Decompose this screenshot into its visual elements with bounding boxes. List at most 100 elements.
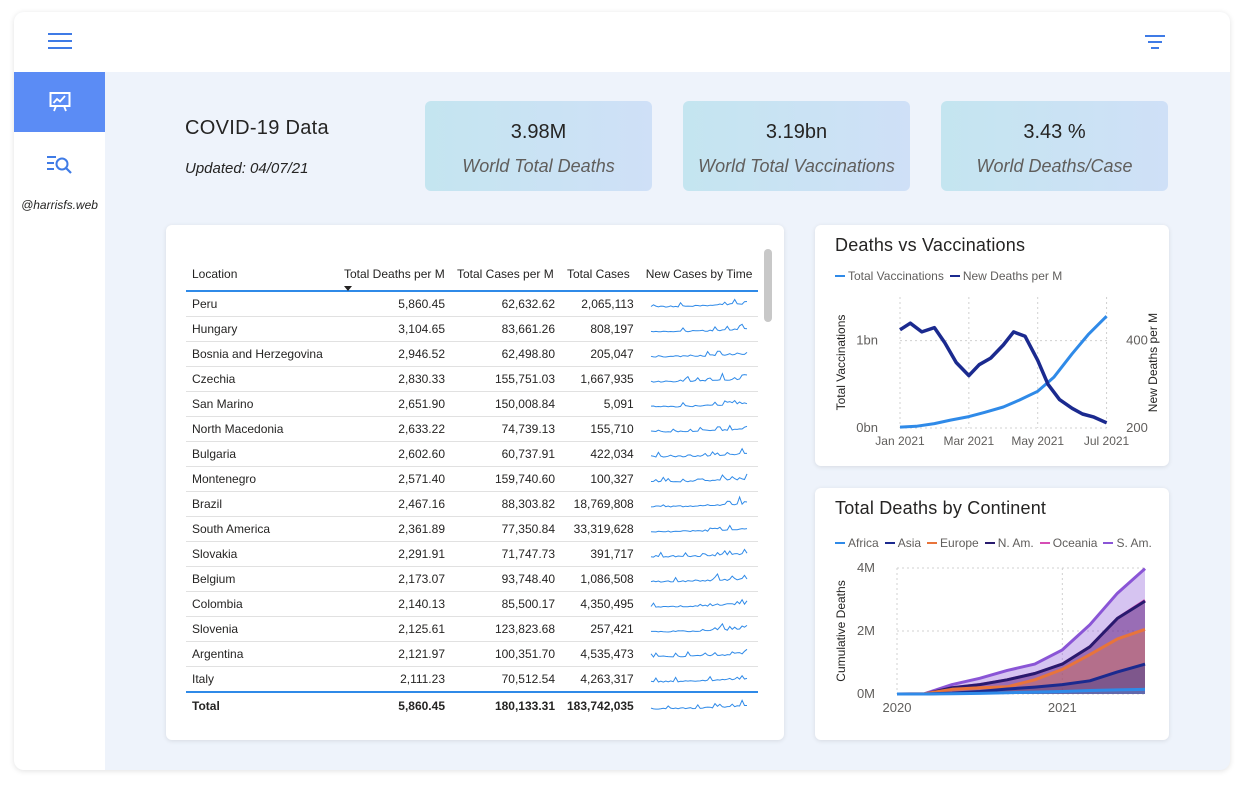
series-line-new-deaths-per-m[interactable]: [899, 321, 1108, 425]
row-deaths-per-m: 2,633.22: [338, 416, 451, 442]
row-deaths-per-m: 2,651.90: [338, 391, 451, 417]
row-location: Hungary: [186, 316, 338, 342]
legend-item-asia[interactable]: Asia: [884, 536, 922, 550]
sidebar: @harrisfs.web: [14, 72, 105, 770]
sparkline: [651, 323, 748, 332]
sparkline: [650, 371, 748, 383]
legend-swatch: [984, 542, 995, 544]
legend-item-new-deaths-per-m[interactable]: New Deaths per M: [949, 269, 1062, 283]
table-row[interactable]: Bosnia and Herzegovina 2,946.52 62,498.80 2…: [186, 341, 759, 367]
kpi-card-total-deaths: 3.98M World Total Deaths: [425, 101, 652, 191]
series-line-s-am-[interactable]: [896, 567, 1146, 696]
table-row[interactable]: Argentina 2,121.97 100,351.70 4,535,473: [186, 641, 759, 667]
series-line-total-vaccinations[interactable]: [899, 315, 1108, 429]
column-header-cases-per-m[interactable]: Total Cases per M: [451, 249, 561, 292]
row-deaths-per-m: 2,946.52: [338, 341, 451, 367]
filter-icon[interactable]: [1145, 34, 1165, 50]
legend-item-n-am-[interactable]: N. Am.: [984, 536, 1034, 550]
table-scrollbar[interactable]: [764, 249, 772, 322]
legend-swatch: [884, 542, 895, 544]
legend-label: Europe: [940, 536, 979, 550]
area-fill-africa: [897, 689, 1145, 694]
sparkline: [650, 447, 748, 458]
row-deaths-per-m: 2,121.97: [338, 641, 451, 667]
row-location: Italy: [186, 666, 338, 693]
table-total-row: Total 5,860.45 180,133.31 183,742,035: [186, 691, 759, 719]
row-cases-per-m: 62,632.62: [451, 291, 561, 317]
row-location: Peru: [186, 291, 338, 317]
table-row[interactable]: Hungary 3,104.65 83,661.26 808,197: [186, 316, 759, 342]
row-total-cases: 4,350,495: [561, 591, 640, 617]
legend-item-s-am-[interactable]: S. Am.: [1103, 536, 1152, 550]
top-bar: [14, 12, 1230, 72]
presentation-chart-icon: [49, 92, 70, 112]
y-left-axis-title: Total Vaccinations: [834, 315, 848, 411]
y-left-tick-label: 1bn: [856, 333, 878, 348]
row-total-cases: 100,327: [561, 466, 640, 492]
legend-swatch: [835, 542, 845, 544]
row-total-cases: 257,421: [561, 616, 640, 642]
y-tick-label: 4M: [857, 560, 875, 575]
row-location: Brazil: [186, 491, 338, 517]
table-row[interactable]: Belgium 2,173.07 93,748.40 1,086,508: [186, 566, 759, 592]
series-line-oceania[interactable]: [897, 599, 1146, 696]
legend-swatch: [835, 275, 845, 277]
row-sparkline-cell: [639, 541, 759, 567]
table-header-row: Location Total Deaths per M Total Cases …: [186, 249, 759, 292]
row-cases-per-m: 100,351.70: [451, 641, 561, 667]
row-total-cases: 808,197: [561, 316, 640, 342]
area-fill-asia: [897, 664, 1145, 694]
legend-item-oceania[interactable]: Oceania: [1039, 536, 1097, 550]
series-line-africa[interactable]: [897, 687, 1146, 696]
hamburger-menu-icon[interactable]: [48, 32, 72, 50]
column-header-deaths-per-m[interactable]: Total Deaths per M: [338, 249, 451, 292]
sparkline: [651, 399, 748, 408]
legend-item-total-vaccinations[interactable]: Total Vaccinations: [835, 269, 944, 283]
table-row[interactable]: Slovenia 2,125.61 123,823.68 257,421: [186, 616, 759, 642]
row-total-cases: 205,047: [561, 341, 640, 367]
series-line-europe[interactable]: [896, 627, 1146, 696]
table-row[interactable]: South America 2,361.89 77,350.84 33,319,628: [186, 516, 759, 542]
row-location: San Marino: [186, 391, 338, 417]
legend-item-africa[interactable]: Africa: [835, 536, 879, 550]
total-cases-per-m: 180,133.31: [451, 691, 561, 719]
column-header-new-cases-by-time[interactable]: New Cases by Time: [639, 249, 759, 292]
table-row[interactable]: Peru 5,860.45 62,632.62 2,065,113: [186, 291, 759, 317]
sidebar-item-dashboard[interactable]: [14, 72, 105, 132]
legend-label: Africa: [848, 536, 879, 550]
row-total-cases: 1,667,935: [561, 366, 640, 392]
table-row[interactable]: Czechia 2,830.33 155,751.03 1,667,935: [186, 366, 759, 392]
author-handle: @harrisfs.web: [21, 198, 98, 212]
row-location: Czechia: [186, 366, 338, 392]
total-label: Total: [186, 691, 338, 719]
table-row[interactable]: Brazil 2,467.16 88,303.82 18,769,808: [186, 491, 759, 517]
sidebar-item-details[interactable]: [14, 144, 105, 184]
row-location: North Macedonia: [186, 416, 338, 442]
series-line-asia[interactable]: [897, 662, 1146, 696]
legend-label: Asia: [897, 536, 922, 550]
x-tick-label: 2020: [883, 700, 912, 715]
row-location: Bulgaria: [186, 441, 338, 467]
column-header-location[interactable]: Location: [186, 249, 338, 292]
row-cases-per-m: 150,008.84: [451, 391, 561, 417]
table-row[interactable]: Italy 2,111.23 70,512.54 4,263,317: [186, 666, 759, 693]
column-header-label: Total Deaths per M: [344, 267, 445, 281]
column-header-total-cases[interactable]: Total Cases: [561, 249, 640, 292]
table-row[interactable]: Slovakia 2,291.91 71,747.73 391,717: [186, 541, 759, 567]
legend-swatch: [949, 275, 960, 277]
sort-descending-icon: [344, 286, 352, 291]
table-row[interactable]: Montenegro 2,571.40 159,740.60 100,327: [186, 466, 759, 492]
sparkline: [650, 350, 748, 358]
table-row[interactable]: Colombia 2,140.13 85,500.17 4,350,495: [186, 591, 759, 617]
table-row[interactable]: San Marino 2,651.90 150,008.84 5,091: [186, 391, 759, 417]
row-total-cases: 391,717: [561, 541, 640, 567]
updated-date: Updated: 04/07/21: [185, 160, 309, 177]
series-line-n-am-[interactable]: [897, 599, 1146, 696]
table-row[interactable]: Bulgaria 2,602.60 60,737.91 422,034: [186, 441, 759, 467]
sparkline: [650, 547, 748, 558]
table-row[interactable]: North Macedonia 2,633.22 74,739.13 155,710: [186, 416, 759, 442]
row-deaths-per-m: 2,361.89: [338, 516, 451, 542]
legend-item-europe[interactable]: Europe: [927, 536, 979, 550]
row-deaths-per-m: 2,173.07: [338, 566, 451, 592]
row-sparkline-cell: [639, 466, 759, 492]
